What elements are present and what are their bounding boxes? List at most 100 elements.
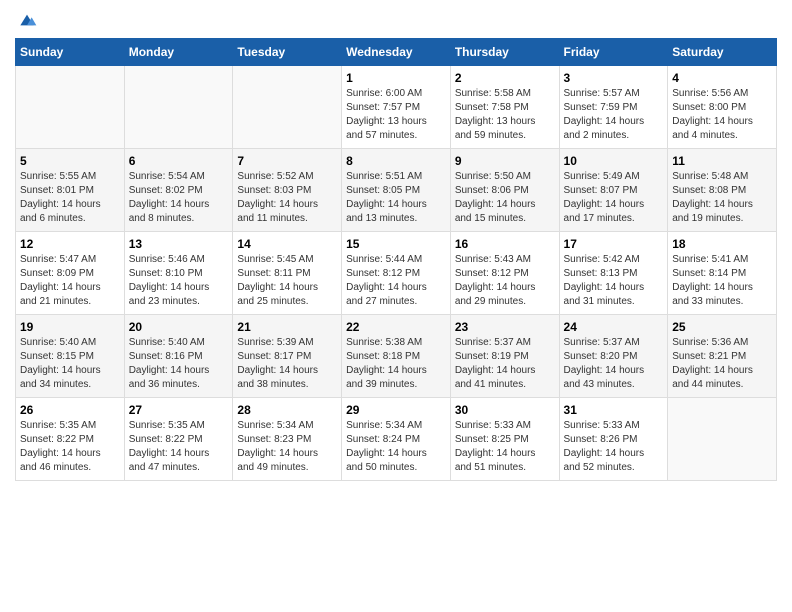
day-cell: 14 Sunrise: 5:45 AMSunset: 8:11 PMDayligh… (233, 232, 342, 315)
day-cell (124, 66, 233, 149)
day-info: Sunrise: 5:41 AMSunset: 8:14 PMDaylight:… (672, 253, 772, 309)
day-cell: 11 Sunrise: 5:48 AMSunset: 8:08 PMDayligh… (668, 149, 777, 232)
day-number: 17 (564, 237, 664, 251)
day-number: 2 (455, 71, 555, 85)
day-header-wednesday: Wednesday (342, 39, 451, 66)
day-number: 20 (129, 320, 229, 334)
day-cell: 28Sunrise: 5:34 AMSunset: 8:23 PMDayligh… (233, 398, 342, 481)
day-cell: 31 Sunrise: 5:33 AMSunset: 8:26 PMDayligh… (559, 398, 668, 481)
day-cell: 12Sunrise: 5:47 AMSunset: 8:09 PMDayligh… (16, 232, 125, 315)
day-cell: 6 Sunrise: 5:54 AMSunset: 8:02 PMDaylight… (124, 149, 233, 232)
day-info: Sunrise: 5:39 AMSunset: 8:17 PMDaylight:… (237, 336, 337, 392)
header (15, 10, 777, 30)
day-info: Sunrise: 6:00 AMSunset: 7:57 PMDaylight:… (346, 87, 446, 143)
day-cell: 13Sunrise: 5:46 AMSunset: 8:10 PMDayligh… (124, 232, 233, 315)
day-number: 28 (237, 403, 337, 417)
day-cell: 16Sunrise: 5:43 AMSunset: 8:12 PMDayligh… (450, 232, 559, 315)
day-info: Sunrise: 5:51 AMSunset: 8:05 PMDaylight:… (346, 170, 446, 226)
header-row: SundayMondayTuesdayWednesdayThursdayFrid… (16, 39, 777, 66)
day-info: Sunrise: 5:54 AMSunset: 8:02 PMDaylight:… (129, 170, 229, 226)
logo-text (15, 10, 37, 30)
day-number: 27 (129, 403, 229, 417)
day-info: Sunrise: 5:46 AMSunset: 8:10 PMDaylight:… (129, 253, 229, 309)
day-header-thursday: Thursday (450, 39, 559, 66)
day-info: Sunrise: 5:44 AMSunset: 8:12 PMDaylight:… (346, 253, 446, 309)
day-number: 26 (20, 403, 120, 417)
day-number: 5 (20, 154, 120, 168)
day-number: 6 (129, 154, 229, 168)
day-info: Sunrise: 5:33 AMSunset: 8:25 PMDaylight:… (455, 419, 555, 475)
week-row-3: 12Sunrise: 5:47 AMSunset: 8:09 PMDayligh… (16, 232, 777, 315)
day-cell (668, 398, 777, 481)
day-info: Sunrise: 5:55 AMSunset: 8:01 PMDaylight:… (20, 170, 120, 226)
day-cell: 27 Sunrise: 5:35 AMSunset: 8:22 PMDayligh… (124, 398, 233, 481)
day-cell: 17Sunrise: 5:42 AMSunset: 8:13 PMDayligh… (559, 232, 668, 315)
day-info: Sunrise: 5:49 AMSunset: 8:07 PMDaylight:… (564, 170, 664, 226)
day-number: 15 (346, 237, 446, 251)
day-cell: 19 Sunrise: 5:40 AMSunset: 8:15 PMDayligh… (16, 315, 125, 398)
day-cell: 18Sunrise: 5:41 AMSunset: 8:14 PMDayligh… (668, 232, 777, 315)
day-info: Sunrise: 5:37 AMSunset: 8:19 PMDaylight:… (455, 336, 555, 392)
day-number: 24 (564, 320, 664, 334)
day-header-monday: Monday (124, 39, 233, 66)
day-cell: 15 Sunrise: 5:44 AMSunset: 8:12 PMDayligh… (342, 232, 451, 315)
week-row-1: 1 Sunrise: 6:00 AMSunset: 7:57 PMDaylight… (16, 66, 777, 149)
page-container: SundayMondayTuesdayWednesdayThursdayFrid… (0, 0, 792, 491)
day-number: 9 (455, 154, 555, 168)
day-number: 4 (672, 71, 772, 85)
day-number: 23 (455, 320, 555, 334)
day-info: Sunrise: 5:56 AMSunset: 8:00 PMDaylight:… (672, 87, 772, 143)
day-info: Sunrise: 5:35 AMSunset: 8:22 PMDaylight:… (129, 419, 229, 475)
day-info: Sunrise: 5:36 AMSunset: 8:21 PMDaylight:… (672, 336, 772, 392)
day-cell: 29 Sunrise: 5:34 AMSunset: 8:24 PMDayligh… (342, 398, 451, 481)
day-header-tuesday: Tuesday (233, 39, 342, 66)
day-cell: 25 Sunrise: 5:36 AMSunset: 8:21 PMDayligh… (668, 315, 777, 398)
week-row-5: 26 Sunrise: 5:35 AMSunset: 8:22 PMDayligh… (16, 398, 777, 481)
day-number: 8 (346, 154, 446, 168)
day-cell: 5 Sunrise: 5:55 AMSunset: 8:01 PMDaylight… (16, 149, 125, 232)
day-cell: 21 Sunrise: 5:39 AMSunset: 8:17 PMDayligh… (233, 315, 342, 398)
day-number: 12 (20, 237, 120, 251)
calendar-table: SundayMondayTuesdayWednesdayThursdayFrid… (15, 38, 777, 481)
day-info: Sunrise: 5:40 AMSunset: 8:15 PMDaylight:… (20, 336, 120, 392)
day-info: Sunrise: 5:48 AMSunset: 8:08 PMDaylight:… (672, 170, 772, 226)
day-info: Sunrise: 5:45 AMSunset: 8:11 PMDaylight:… (237, 253, 337, 309)
day-number: 25 (672, 320, 772, 334)
day-number: 21 (237, 320, 337, 334)
day-number: 10 (564, 154, 664, 168)
day-number: 22 (346, 320, 446, 334)
day-number: 7 (237, 154, 337, 168)
day-number: 30 (455, 403, 555, 417)
day-info: Sunrise: 5:50 AMSunset: 8:06 PMDaylight:… (455, 170, 555, 226)
week-row-2: 5 Sunrise: 5:55 AMSunset: 8:01 PMDaylight… (16, 149, 777, 232)
day-info: Sunrise: 5:52 AMSunset: 8:03 PMDaylight:… (237, 170, 337, 226)
day-cell: 22Sunrise: 5:38 AMSunset: 8:18 PMDayligh… (342, 315, 451, 398)
day-info: Sunrise: 5:33 AMSunset: 8:26 PMDaylight:… (564, 419, 664, 475)
day-cell: 26Sunrise: 5:35 AMSunset: 8:22 PMDayligh… (16, 398, 125, 481)
day-info: Sunrise: 5:58 AMSunset: 7:58 PMDaylight:… (455, 87, 555, 143)
day-cell (233, 66, 342, 149)
day-number: 29 (346, 403, 446, 417)
day-cell: 2 Sunrise: 5:58 AMSunset: 7:58 PMDaylight… (450, 66, 559, 149)
day-number: 11 (672, 154, 772, 168)
day-number: 31 (564, 403, 664, 417)
day-number: 14 (237, 237, 337, 251)
day-cell: 9 Sunrise: 5:50 AMSunset: 8:06 PMDaylight… (450, 149, 559, 232)
day-number: 1 (346, 71, 446, 85)
day-header-friday: Friday (559, 39, 668, 66)
day-info: Sunrise: 5:43 AMSunset: 8:12 PMDaylight:… (455, 253, 555, 309)
day-info: Sunrise: 5:57 AMSunset: 7:59 PMDaylight:… (564, 87, 664, 143)
day-cell: 4 Sunrise: 5:56 AMSunset: 8:00 PMDaylight… (668, 66, 777, 149)
day-cell: 30 Sunrise: 5:33 AMSunset: 8:25 PMDayligh… (450, 398, 559, 481)
day-cell: 24Sunrise: 5:37 AMSunset: 8:20 PMDayligh… (559, 315, 668, 398)
day-cell: 20 Sunrise: 5:40 AMSunset: 8:16 PMDayligh… (124, 315, 233, 398)
day-cell (16, 66, 125, 149)
day-number: 19 (20, 320, 120, 334)
day-cell: 7 Sunrise: 5:52 AMSunset: 8:03 PMDaylight… (233, 149, 342, 232)
day-info: Sunrise: 5:34 AMSunset: 8:24 PMDaylight:… (346, 419, 446, 475)
day-cell: 10 Sunrise: 5:49 AMSunset: 8:07 PMDayligh… (559, 149, 668, 232)
day-info: Sunrise: 5:40 AMSunset: 8:16 PMDaylight:… (129, 336, 229, 392)
week-row-4: 19 Sunrise: 5:40 AMSunset: 8:15 PMDayligh… (16, 315, 777, 398)
day-cell: 23 Sunrise: 5:37 AMSunset: 8:19 PMDayligh… (450, 315, 559, 398)
day-number: 3 (564, 71, 664, 85)
